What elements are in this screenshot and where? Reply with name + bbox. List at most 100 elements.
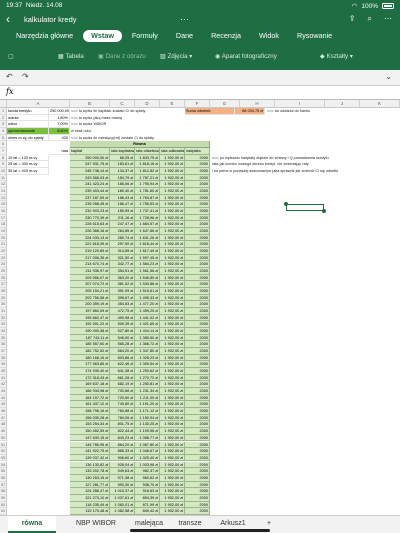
- table-cell[interactable]: 938,70 zł: [135, 481, 160, 489]
- table-cell[interactable]: 1 082,58 zł: [110, 508, 135, 515]
- row-header[interactable]: 14: [0, 194, 7, 202]
- table-cell[interactable]: 2000: [185, 261, 210, 269]
- table-cell[interactable]: 250 000,00 zł: [70, 154, 110, 162]
- table-cell[interactable]: 682,19 zł: [110, 381, 135, 389]
- table-cell[interactable]: 760,88 zł: [110, 408, 135, 415]
- table-cell[interactable]: 1 902,00 zł: [160, 214, 185, 222]
- table-cell[interactable]: 2000: [185, 381, 210, 389]
- table-cell[interactable]: 2000: [185, 421, 210, 429]
- table-cell[interactable]: 1 902,00 zł: [160, 174, 185, 182]
- table-cell[interactable]: 1 781,60 zł: [135, 188, 160, 195]
- table-cell[interactable]: 1 459,25 zł: [135, 308, 160, 315]
- table-cell[interactable]: 1 441,02 zł: [135, 314, 160, 322]
- table-cell[interactable]: 1 037,61 zł: [110, 494, 135, 502]
- table-cell[interactable]: 2000: [185, 294, 210, 302]
- column-header[interactable]: J: [325, 100, 360, 108]
- column-header[interactable]: I: [275, 100, 325, 108]
- table-cell[interactable]: 603,86 zł: [110, 354, 135, 362]
- table-cell[interactable]: 472,75 zł: [110, 308, 135, 315]
- table-cell[interactable]: 2000: [185, 221, 210, 229]
- table-cell[interactable]: 1 902,00 zł: [160, 228, 185, 235]
- table-cell[interactable]: 2000: [185, 188, 210, 195]
- table-cell[interactable]: 1 902,00 zł: [160, 254, 185, 262]
- wibor-label[interactable]: wibor: [7, 121, 49, 128]
- margin-label[interactable]: marża: [7, 114, 49, 122]
- table-cell[interactable]: 214 670,74 zł: [70, 261, 110, 269]
- table-cell[interactable]: 154,79 zł: [110, 174, 135, 182]
- table-cell[interactable]: 1 902,00 zł: [160, 461, 185, 469]
- column-header[interactable]: B: [70, 100, 110, 108]
- table-cell[interactable]: 2000: [185, 461, 210, 469]
- table-cell[interactable]: 2000: [185, 388, 210, 395]
- collapse-ribbon-icon[interactable]: ⌄: [385, 72, 392, 81]
- row-header[interactable]: 21: [0, 241, 7, 249]
- table-cell[interactable]: 219 120,89 zł: [70, 248, 110, 255]
- row-header[interactable]: 44: [0, 394, 7, 402]
- table-cell[interactable]: 136 130,82 zł: [70, 461, 110, 469]
- row-header[interactable]: 59: [0, 494, 7, 502]
- table-cell[interactable]: 1 902,00 zł: [160, 474, 185, 482]
- column-header[interactable]: C: [110, 100, 135, 108]
- row-header[interactable]: 29: [0, 294, 7, 302]
- row-header[interactable]: 33: [0, 321, 7, 329]
- row-header[interactable]: 37: [0, 348, 7, 355]
- table-cell[interactable]: 221 618,39 zł: [70, 241, 110, 249]
- row-header[interactable]: 8: [0, 154, 7, 162]
- table-cell[interactable]: 1 046,67 zł: [135, 448, 160, 455]
- table-cell[interactable]: 2000: [185, 328, 210, 335]
- table-cell[interactable]: 564,20 zł: [110, 348, 135, 355]
- table-cell[interactable]: 190 400,38 zł: [70, 328, 110, 335]
- table-cell[interactable]: 1 902,00 zł: [160, 334, 185, 342]
- table-cell[interactable]: 1 191,20 zł: [135, 401, 160, 409]
- more-icon[interactable]: ···: [180, 14, 189, 24]
- table-cell[interactable]: 239 403,44 zł: [70, 188, 110, 195]
- table-cell[interactable]: 1 515,61 zł: [135, 288, 160, 295]
- layout-icon[interactable]: ▢: [8, 53, 14, 60]
- table-cell[interactable]: 156 035,28 zł: [70, 414, 110, 422]
- table-cell[interactable]: 1 902,00 zł: [160, 508, 185, 515]
- row-header[interactable]: 51: [0, 441, 7, 449]
- table-cell[interactable]: 1 902,00 zł: [160, 201, 185, 209]
- table-cell[interactable]: 1 270,72 zł: [135, 374, 160, 382]
- table-cell[interactable]: 1 902,00 zł: [160, 341, 185, 349]
- column-header[interactable]: F: [185, 100, 210, 108]
- table-cell[interactable]: 2000: [185, 468, 210, 475]
- table-cell[interactable]: 2000: [185, 354, 210, 362]
- row-header[interactable]: 52: [0, 448, 7, 455]
- table-cell[interactable]: 2000: [185, 268, 210, 275]
- row-header[interactable]: 15: [0, 201, 7, 209]
- row-header[interactable]: 18: [0, 221, 7, 229]
- table-cell[interactable]: 1 902,00 zł: [160, 268, 185, 275]
- table-cell[interactable]: 133 202,78 zł: [70, 468, 110, 475]
- table-cell[interactable]: 1 902,00 zł: [160, 314, 185, 322]
- table-cell[interactable]: 342,77 zł: [110, 261, 135, 269]
- row-header[interactable]: 31: [0, 308, 7, 315]
- table-cell[interactable]: 121 273,10 zł: [70, 494, 110, 502]
- table-cell[interactable]: 2000: [185, 361, 210, 369]
- table-cell[interactable]: 1 902,00 zł: [160, 448, 185, 455]
- table-cell[interactable]: 144 786,95 zł: [70, 441, 110, 449]
- table-cell[interactable]: 2000: [185, 214, 210, 222]
- table-cell[interactable]: 1 737,41 zł: [135, 208, 160, 215]
- table-cell[interactable]: 928,04 zł: [110, 461, 135, 469]
- table-cell[interactable]: 971,38 zł: [110, 474, 135, 482]
- table-cell[interactable]: 843,23 zł: [110, 434, 135, 442]
- table-cell[interactable]: 720,60 zł: [110, 394, 135, 402]
- table-cell[interactable]: 2000: [185, 488, 210, 495]
- table-cell[interactable]: 228 615,63 zł: [70, 221, 110, 229]
- table-cell[interactable]: 1 404,14 zł: [135, 328, 160, 335]
- table-cell[interactable]: 1 902,00 zł: [160, 468, 185, 475]
- table-cell[interactable]: 490,98 zł: [110, 314, 135, 322]
- table-cell[interactable]: 2000: [185, 401, 210, 409]
- row-header[interactable]: 41: [0, 374, 7, 382]
- table-cell[interactable]: 546,50 zł: [110, 334, 135, 342]
- table-cell[interactable]: 2000: [185, 414, 210, 422]
- table-title[interactable]: Równa: [70, 141, 210, 148]
- table-cell[interactable]: 2000: [185, 368, 210, 375]
- table-cell[interactable]: 2000: [185, 474, 210, 482]
- table-cell[interactable]: 158 796,16 zł: [70, 408, 110, 415]
- table-cell[interactable]: 2000: [185, 501, 210, 509]
- table-cell[interactable]: 2000: [185, 434, 210, 442]
- table-cell[interactable]: 1 902,00 zł: [160, 454, 185, 462]
- table-cell[interactable]: 202 756,58 zł: [70, 294, 110, 302]
